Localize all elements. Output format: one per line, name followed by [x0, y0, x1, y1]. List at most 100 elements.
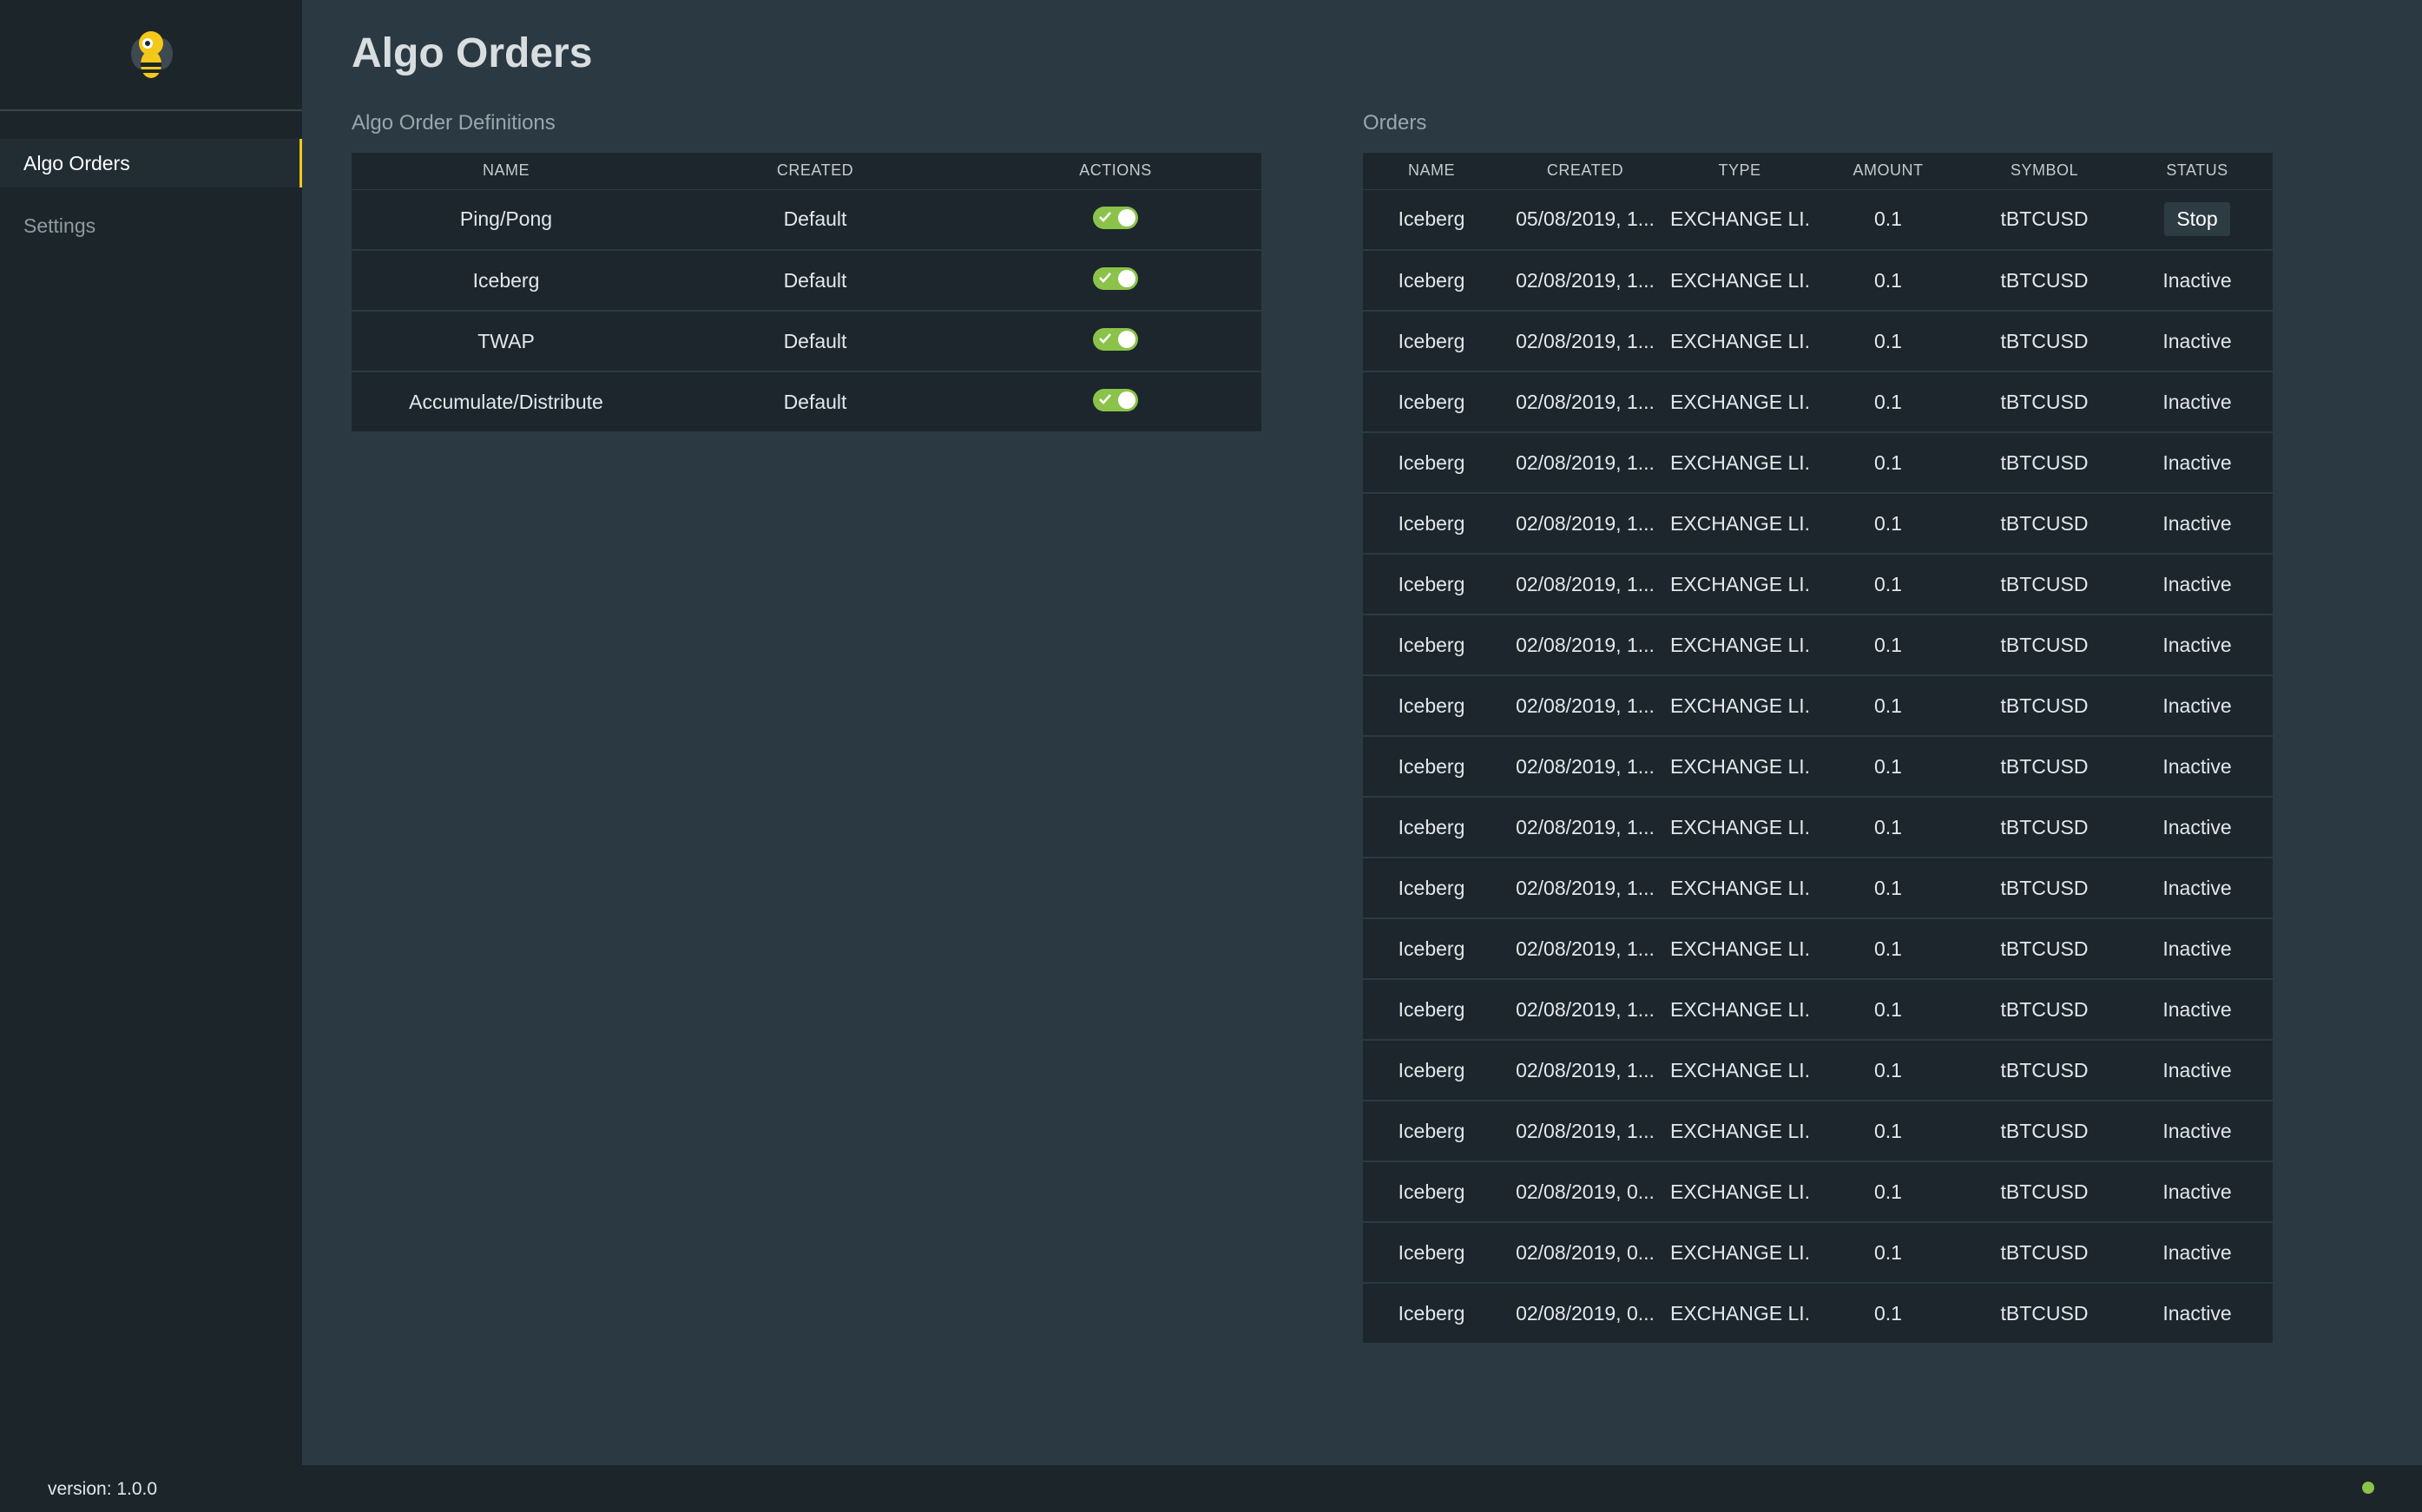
order-name: Iceberg	[1363, 615, 1500, 676]
status-text: Inactive	[2162, 1301, 2232, 1325]
col-header-status: STATUS	[2122, 153, 2273, 190]
col-header-type: TYPE	[1670, 153, 1809, 190]
order-name: Iceberg	[1363, 432, 1500, 494]
order-row: Iceberg 05/08/2019, 1... EXCHANGE LI... 0.1…	[1363, 189, 2273, 251]
definition-name: Iceberg	[352, 250, 661, 312]
order-name: Iceberg	[1363, 979, 1500, 1041]
order-type: EXCHANGE LI...	[1670, 736, 1809, 798]
order-amount: 0.1	[1809, 311, 1967, 372]
order-symbol: tBTCUSD	[1967, 311, 2122, 372]
order-status: Inactive	[2122, 615, 2273, 676]
status-text: Inactive	[2162, 1180, 2232, 1203]
definition-row: Accumulate/Distribute Default	[352, 371, 1261, 433]
order-created: 02/08/2019, 1...	[1500, 311, 1670, 372]
order-status: Inactive	[2122, 918, 2273, 980]
order-created: 02/08/2019, 1...	[1500, 554, 1670, 615]
definitions-table: NAME CREATED ACTIONS Ping/Pong Default Ice…	[352, 153, 1261, 433]
definition-name: Ping/Pong	[352, 189, 661, 251]
order-symbol: tBTCUSD	[1967, 1161, 2122, 1223]
order-amount: 0.1	[1809, 979, 1967, 1041]
order-amount: 0.1	[1809, 371, 1967, 433]
order-status: Inactive	[2122, 1161, 2273, 1223]
order-type: EXCHANGE LI...	[1670, 1040, 1809, 1101]
order-type: EXCHANGE LI...	[1670, 858, 1809, 919]
order-status: Inactive	[2122, 1283, 2273, 1344]
check-icon	[1099, 273, 1111, 284]
status-text: Inactive	[2162, 572, 2232, 595]
order-name: Iceberg	[1363, 1222, 1500, 1284]
order-row: Iceberg 02/08/2019, 0... EXCHANGE LI... 0.1…	[1363, 1283, 2273, 1344]
order-symbol: tBTCUSD	[1967, 797, 2122, 858]
definitions-header-row: NAME CREATED ACTIONS	[352, 153, 1261, 190]
status-text: Inactive	[2162, 511, 2232, 535]
order-symbol: tBTCUSD	[1967, 432, 2122, 494]
definition-actions	[970, 311, 1261, 372]
nav-algo-orders[interactable]: Algo Orders	[0, 139, 302, 187]
order-created: 02/08/2019, 1...	[1500, 979, 1670, 1041]
enable-toggle[interactable]	[1093, 389, 1138, 412]
order-row: Iceberg 02/08/2019, 1... EXCHANGE LI... 0.1…	[1363, 736, 2273, 798]
order-symbol: tBTCUSD	[1967, 1040, 2122, 1101]
order-symbol: tBTCUSD	[1967, 371, 2122, 433]
toggle-knob	[1118, 391, 1135, 410]
nav-settings[interactable]: Settings	[0, 201, 302, 250]
order-amount: 0.1	[1809, 1161, 1967, 1223]
order-created: 02/08/2019, 0...	[1500, 1283, 1670, 1344]
definition-created: Default	[661, 311, 970, 372]
order-status: Inactive	[2122, 858, 2273, 919]
order-status: Inactive	[2122, 554, 2273, 615]
order-amount: 0.1	[1809, 1283, 1967, 1344]
order-type: EXCHANGE LI...	[1670, 675, 1809, 737]
order-amount: 0.1	[1809, 493, 1967, 555]
col-header-amount: AMOUNT	[1809, 153, 1967, 190]
status-text: Inactive	[2162, 876, 2232, 899]
definition-created: Default	[661, 189, 970, 251]
order-symbol: tBTCUSD	[1967, 736, 2122, 798]
order-amount: 0.1	[1809, 675, 1967, 737]
order-amount: 0.1	[1809, 1040, 1967, 1101]
order-amount: 0.1	[1809, 918, 1967, 980]
order-created: 02/08/2019, 1...	[1500, 736, 1670, 798]
status-text: Inactive	[2162, 937, 2232, 960]
order-symbol: tBTCUSD	[1967, 858, 2122, 919]
order-row: Iceberg 02/08/2019, 1... EXCHANGE LI... 0.1…	[1363, 615, 2273, 676]
order-type: EXCHANGE LI...	[1670, 797, 1809, 858]
order-created: 02/08/2019, 0...	[1500, 1161, 1670, 1223]
order-type: EXCHANGE LI...	[1670, 1101, 1809, 1162]
order-status: Inactive	[2122, 250, 2273, 312]
order-amount: 0.1	[1809, 615, 1967, 676]
order-created: 02/08/2019, 1...	[1500, 432, 1670, 494]
order-name: Iceberg	[1363, 250, 1500, 312]
col-header-actions: ACTIONS	[970, 153, 1261, 190]
order-status: Inactive	[2122, 1222, 2273, 1284]
order-type: EXCHANGE LI...	[1670, 371, 1809, 433]
status-text: Inactive	[2162, 694, 2232, 717]
status-text: Inactive	[2162, 329, 2232, 352]
version-label: version: 1.0.0	[48, 1479, 158, 1499]
stop-button[interactable]: Stop	[2164, 202, 2230, 237]
order-symbol: tBTCUSD	[1967, 675, 2122, 737]
status-text: Inactive	[2162, 1119, 2232, 1142]
order-name: Iceberg	[1363, 675, 1500, 737]
check-icon	[1099, 333, 1111, 345]
order-symbol: tBTCUSD	[1967, 189, 2122, 251]
status-text: Inactive	[2162, 997, 2232, 1021]
order-type: EXCHANGE LI...	[1670, 250, 1809, 312]
order-row: Iceberg 02/08/2019, 1... EXCHANGE LI... 0.1…	[1363, 371, 2273, 433]
order-symbol: tBTCUSD	[1967, 250, 2122, 312]
definition-name: Accumulate/Distribute	[352, 371, 661, 433]
enable-toggle[interactable]	[1093, 267, 1138, 291]
order-name: Iceberg	[1363, 371, 1500, 433]
col-header-created: CREATED	[661, 153, 970, 190]
order-type: EXCHANGE LI...	[1670, 979, 1809, 1041]
definition-row: Iceberg Default	[352, 250, 1261, 312]
order-row: Iceberg 02/08/2019, 1... EXCHANGE LI... 0.1…	[1363, 858, 2273, 919]
status-text: Inactive	[2162, 815, 2232, 838]
enable-toggle[interactable]	[1093, 207, 1138, 230]
order-type: EXCHANGE LI...	[1670, 311, 1809, 372]
order-amount: 0.1	[1809, 432, 1967, 494]
order-status: Inactive	[2122, 371, 2273, 433]
order-symbol: tBTCUSD	[1967, 1283, 2122, 1344]
order-created: 02/08/2019, 1...	[1500, 797, 1670, 858]
enable-toggle[interactable]	[1093, 328, 1138, 352]
